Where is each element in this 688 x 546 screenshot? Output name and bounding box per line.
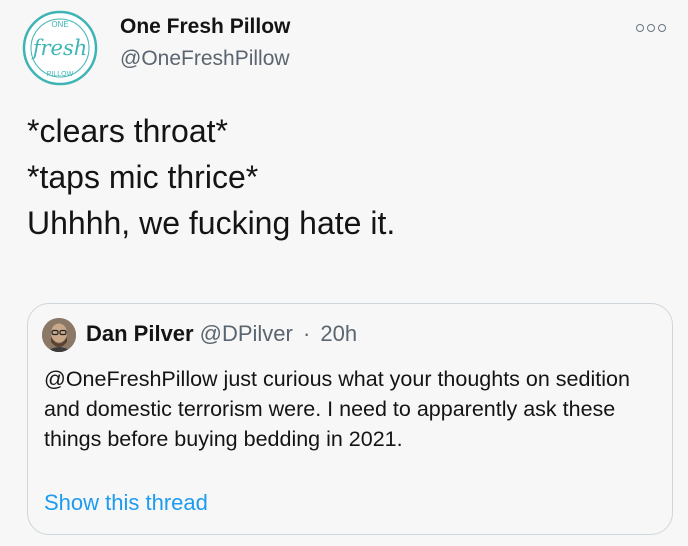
logo-middle-text: fresh <box>31 36 88 60</box>
tweet-text: *clears throat* *taps mic thrice* Uhhhh,… <box>27 108 667 246</box>
quoted-tweet-header: Dan Pilver @DPilver · 20h <box>86 321 357 347</box>
author-handle[interactable]: @OneFreshPillow <box>120 47 290 71</box>
avatar[interactable] <box>42 318 76 352</box>
logo-bottom-text: PILLOW <box>47 71 74 78</box>
tweet-header: ONE fresh PILLOW One Fresh Pillow @OneFr… <box>0 0 688 90</box>
quoted-author-name[interactable]: Dan Pilver <box>86 321 194 346</box>
tweet-line: *clears throat* <box>27 113 228 149</box>
quoted-tweet-card[interactable]: Dan Pilver @DPilver · 20h @OneFreshPillow… <box>27 303 673 535</box>
meta-separator: · <box>302 321 311 346</box>
quoted-timestamp[interactable]: 20h <box>320 321 357 346</box>
logo-top-text: ONE <box>51 20 68 29</box>
show-thread-link[interactable]: Show this thread <box>44 490 208 516</box>
more-horizontal-icon[interactable] <box>636 20 666 36</box>
author-display-name[interactable]: One Fresh Pillow <box>120 15 290 39</box>
quoted-tweet-text: @OneFreshPillow just curious what your t… <box>44 367 630 451</box>
tweet-line: *taps mic thrice* <box>27 159 259 195</box>
author-avatar-logo[interactable]: ONE fresh PILLOW <box>22 10 98 86</box>
tweet-line: Uhhhh, we fucking hate it. <box>27 205 396 241</box>
quoted-author-handle[interactable]: @DPilver <box>200 321 293 346</box>
